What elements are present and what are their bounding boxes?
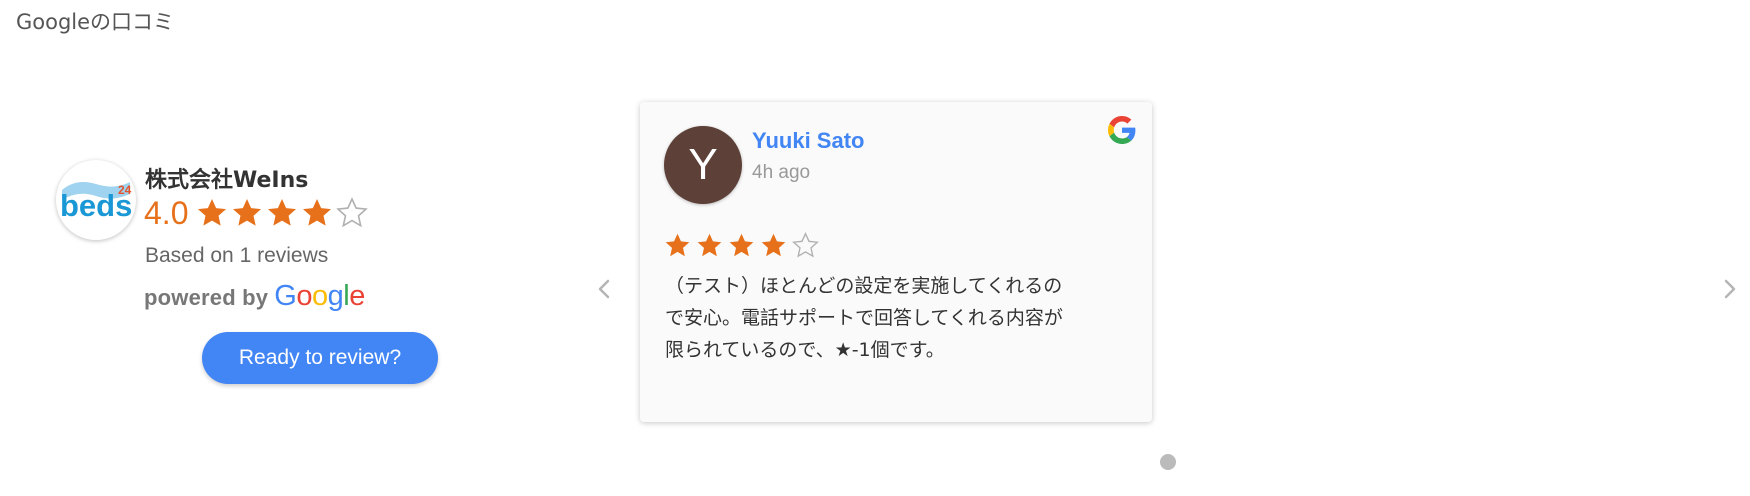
business-summary: beds 24 株式会社WeIns 4.0 Based on 1 reviews… [56, 158, 456, 398]
google-wordmark-letter: g [327, 280, 344, 312]
star-empty-icon [336, 197, 369, 228]
section-title: Googleの口コミ [16, 10, 175, 34]
google-reviews-widget: Googleの口コミ beds 24 株式会社WeIns 4.0 Based o… [0, 0, 1750, 496]
star-filled-icon [303, 199, 332, 226]
star-filled-icon [729, 233, 754, 257]
google-wordmark: Google [274, 280, 365, 313]
google-wordmark-letter: o [296, 280, 312, 312]
review-text: （テスト）ほとんどの設定を実施してくれるの で安心。電話サポートで回答してくれる… [665, 270, 1125, 366]
star-empty-icon [792, 232, 819, 258]
chevron-left-icon [598, 279, 610, 299]
powered-by-google: powered by Google [144, 280, 365, 314]
review-timestamp: 4h ago [752, 162, 811, 183]
review-text-line: で安心。電話サポートで回答してくれる内容が [665, 307, 1063, 329]
star-filled-icon [665, 233, 690, 257]
reviewer-name-link[interactable]: Yuuki Sato [752, 128, 864, 154]
powered-by-label: powered by [144, 285, 269, 310]
google-wordmark-letter: o [311, 280, 328, 312]
carousel-dot[interactable] [1160, 454, 1176, 470]
overall-rating: 4.0 [144, 195, 371, 231]
summary-stars [196, 197, 371, 229]
star-filled-icon [198, 199, 227, 226]
google-wordmark-letter: G [274, 280, 297, 312]
star-filled-icon [761, 233, 786, 257]
star-filled-icon [233, 199, 262, 226]
business-logo: beds 24 [56, 160, 136, 240]
ready-to-review-button[interactable]: Ready to review? [202, 332, 438, 384]
business-name: 株式会社WeIns [145, 168, 309, 193]
svg-text:24: 24 [118, 183, 132, 197]
review-text-line: 限られているので、★-1個です。 [665, 339, 945, 361]
review-stars [664, 232, 824, 259]
google-g-icon [1108, 116, 1136, 144]
carousel-prev-button[interactable] [594, 274, 614, 304]
review-card: Y Yuuki Sato 4h ago （テスト）ほとんどの設定を実施してくれる… [640, 102, 1152, 422]
review-count-text: Based on 1 reviews [145, 244, 329, 267]
star-filled-icon [268, 199, 297, 226]
review-text-line: （テスト）ほとんどの設定を実施してくれるの [665, 275, 1063, 297]
chevron-right-icon [1724, 279, 1736, 299]
carousel-next-button[interactable] [1720, 274, 1740, 304]
google-wordmark-letter: e [349, 280, 365, 312]
star-filled-icon [697, 233, 722, 257]
avatar[interactable]: Y [664, 126, 742, 204]
rating-value: 4.0 [144, 194, 189, 231]
beds24-logo-icon: beds 24 [60, 182, 132, 223]
